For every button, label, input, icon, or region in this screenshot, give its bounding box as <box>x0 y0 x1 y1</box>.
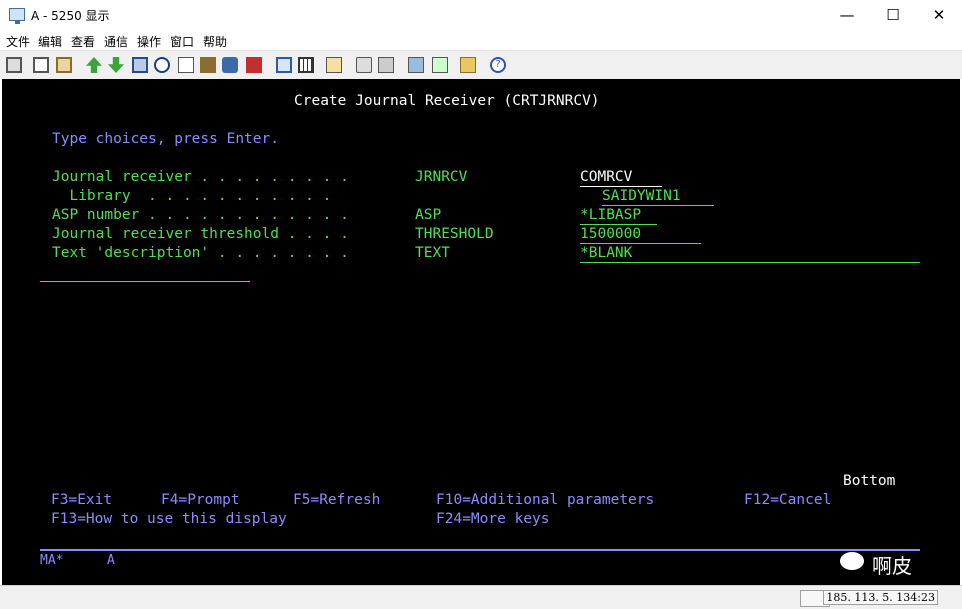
screen-title: Create Journal Receiver (CRTJRNRCV) <box>294 93 600 109</box>
library-field[interactable]: SAIDYWIN1 <box>602 187 714 206</box>
log-icon[interactable] <box>432 57 448 73</box>
oia-mode: A <box>107 553 115 568</box>
host-address: 185. 113. 5. 134:23 <box>823 590 938 605</box>
minimize-button[interactable]: — <box>824 0 870 30</box>
notes-icon[interactable] <box>178 57 194 73</box>
menu-communication[interactable]: 通信 <box>104 33 128 50</box>
stop-icon[interactable] <box>356 57 372 73</box>
fkey-f13[interactable]: F13=How to use this display <box>51 510 287 528</box>
fkey-f5[interactable]: F5=Refresh <box>293 491 380 509</box>
grid-icon[interactable] <box>298 57 314 73</box>
oia-line <box>40 549 920 551</box>
param-label-asp: ASP number . . . . . . . . . . . . <box>52 207 349 223</box>
window-title: A - 5250 显示 <box>31 9 110 23</box>
fkey-f3[interactable]: F3=Exit <box>51 491 112 509</box>
fkey-f24[interactable]: F24=More keys <box>436 510 550 528</box>
save-icon[interactable] <box>408 57 424 73</box>
help-icon[interactable]: ? <box>490 57 506 73</box>
download-icon[interactable] <box>108 57 124 73</box>
tools-icon[interactable] <box>326 57 342 73</box>
fkey-f4[interactable]: F4=Prompt <box>161 491 240 509</box>
book-icon[interactable] <box>200 57 216 73</box>
text-description-field[interactable]: *BLANK <box>580 244 920 263</box>
copy-icon[interactable] <box>6 57 22 73</box>
param-keyword-asp: ASP <box>415 207 442 223</box>
fkey-f12[interactable]: F12=Cancel <box>744 491 831 509</box>
terminal-icon <box>9 8 25 24</box>
param-label-jrnrcv: Journal receiver . . . . . . . . . <box>52 169 349 185</box>
param-keyword-threshold: THRESHOLD <box>415 226 494 242</box>
paste-icon[interactable] <box>33 57 49 73</box>
bottom-indicator: Bottom <box>843 473 896 489</box>
menu-file[interactable]: 文件 <box>6 33 30 50</box>
menu-view[interactable]: 查看 <box>71 33 95 50</box>
menu-edit[interactable]: 编辑 <box>38 33 62 50</box>
watermark-text: 啊皮 <box>872 554 912 578</box>
menu-window[interactable]: 窗口 <box>170 33 194 50</box>
param-label-threshold: Journal receiver threshold . . . . <box>52 226 349 242</box>
terminal-screen[interactable]: Create Journal Receiver (CRTJRNRCV) Type… <box>2 79 960 585</box>
fkey-f10[interactable]: F10=Additional parameters <box>436 491 654 509</box>
param-keyword-jrnrcv: JRNRCV <box>415 169 468 185</box>
status-bar: 185. 113. 5. 134:23 <box>0 585 962 609</box>
close-button[interactable]: ✕ <box>916 0 962 30</box>
journal-receiver-field[interactable]: COMRCV <box>580 168 662 187</box>
upload-icon[interactable] <box>86 57 102 73</box>
title-bar: A - 5250 显示 — ☐ ✕ <box>0 0 962 30</box>
navigate-icon[interactable] <box>154 57 170 73</box>
menu-help[interactable]: 帮助 <box>203 33 227 50</box>
menu-bar: 文件 编辑 查看 通信 操作 窗口 帮助 <box>0 30 962 50</box>
play-icon[interactable] <box>378 57 394 73</box>
keyboard-icon[interactable] <box>276 57 292 73</box>
instruction-text: Type choices, press Enter. <box>52 131 279 147</box>
toolbar: ? <box>0 50 962 79</box>
param-label-text: Text 'description' . . . . . . . . <box>52 245 349 261</box>
param-keyword-text: TEXT <box>415 245 450 261</box>
text-description-continuation[interactable] <box>40 263 250 282</box>
maximize-button[interactable]: ☐ <box>870 0 916 30</box>
threshold-field[interactable]: 1500000 <box>580 225 701 244</box>
oia-status: MA* <box>40 553 64 568</box>
clipboard-icon[interactable] <box>56 57 72 73</box>
menu-actions[interactable]: 操作 <box>137 33 161 50</box>
asp-number-field[interactable]: *LIBASP <box>580 206 657 225</box>
macro-icon[interactable] <box>222 57 238 73</box>
print-icon[interactable] <box>132 57 148 73</box>
record-icon[interactable] <box>246 57 262 73</box>
param-label-library: Library . . . . . . . . . . . <box>52 188 332 204</box>
notepad-icon[interactable] <box>460 57 476 73</box>
wechat-icon <box>840 552 864 570</box>
